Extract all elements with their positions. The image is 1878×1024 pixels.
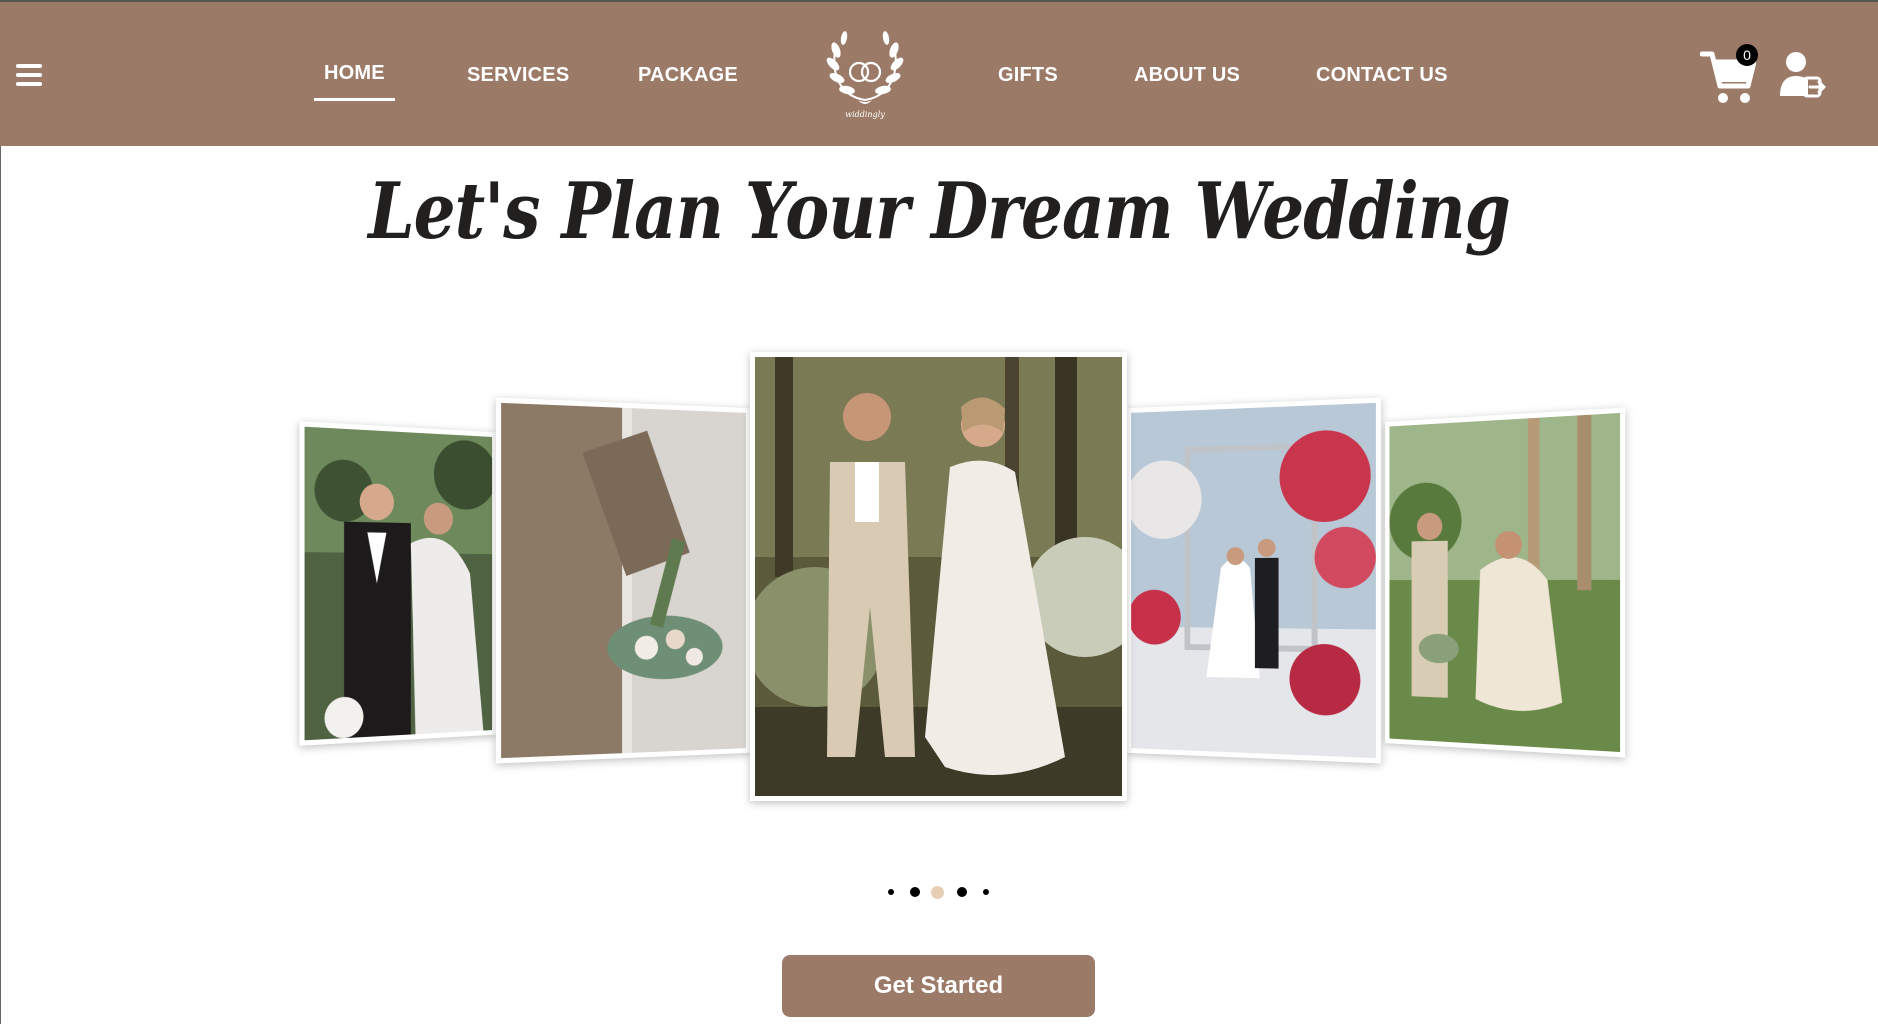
carousel-slide-2[interactable] [495,397,751,764]
nav-home[interactable]: HOME [324,62,385,85]
get-started-button[interactable]: Get Started [782,955,1095,1017]
laurel-rings-logo[interactable]: widdingly [820,24,910,122]
page: HOME SERVICES PACKAGE widdingly GIFTS AB… [0,0,1878,1024]
carousel-dot-5[interactable] [983,889,989,895]
nav-services[interactable]: SERVICES [467,64,569,87]
nav-gifts[interactable]: GIFTS [998,64,1058,87]
nav-active-underline [314,98,395,101]
carousel-dot-3-active[interactable] [931,886,944,899]
carousel-slide-3-active[interactable] [750,352,1127,801]
user-logout-icon[interactable] [1778,50,1826,100]
carousel-dot-1[interactable] [888,889,894,895]
carousel-slide-5[interactable] [1385,407,1626,758]
cart-count-badge: 0 [1736,44,1758,66]
wedding-photo-couple-forest [755,357,1122,796]
nav-about-us[interactable]: ABOUT US [1134,64,1240,87]
page-left-border [0,146,1,1024]
carousel-dot-4[interactable] [957,887,967,897]
wedding-photo-floral-arch [1131,402,1376,759]
logo-text: widdingly [845,110,885,119]
wedding-photo-couple-field [1389,412,1621,753]
nav-package[interactable]: PACKAGE [638,64,738,87]
nav-contact-us[interactable]: CONTACT US [1316,64,1448,87]
carousel-dot-2[interactable] [910,887,920,897]
carousel-slide-1[interactable] [299,421,497,746]
hero-headline: Let's Plan Your Dream Wedding [368,164,1511,258]
header: HOME SERVICES PACKAGE widdingly GIFTS AB… [0,0,1878,146]
hamburger-menu-icon[interactable] [16,64,44,88]
carousel-slide-4[interactable] [1126,397,1382,764]
wedding-photo-couple-tuxedo [304,426,493,741]
wedding-photo-bouquet-closeup [501,402,746,759]
